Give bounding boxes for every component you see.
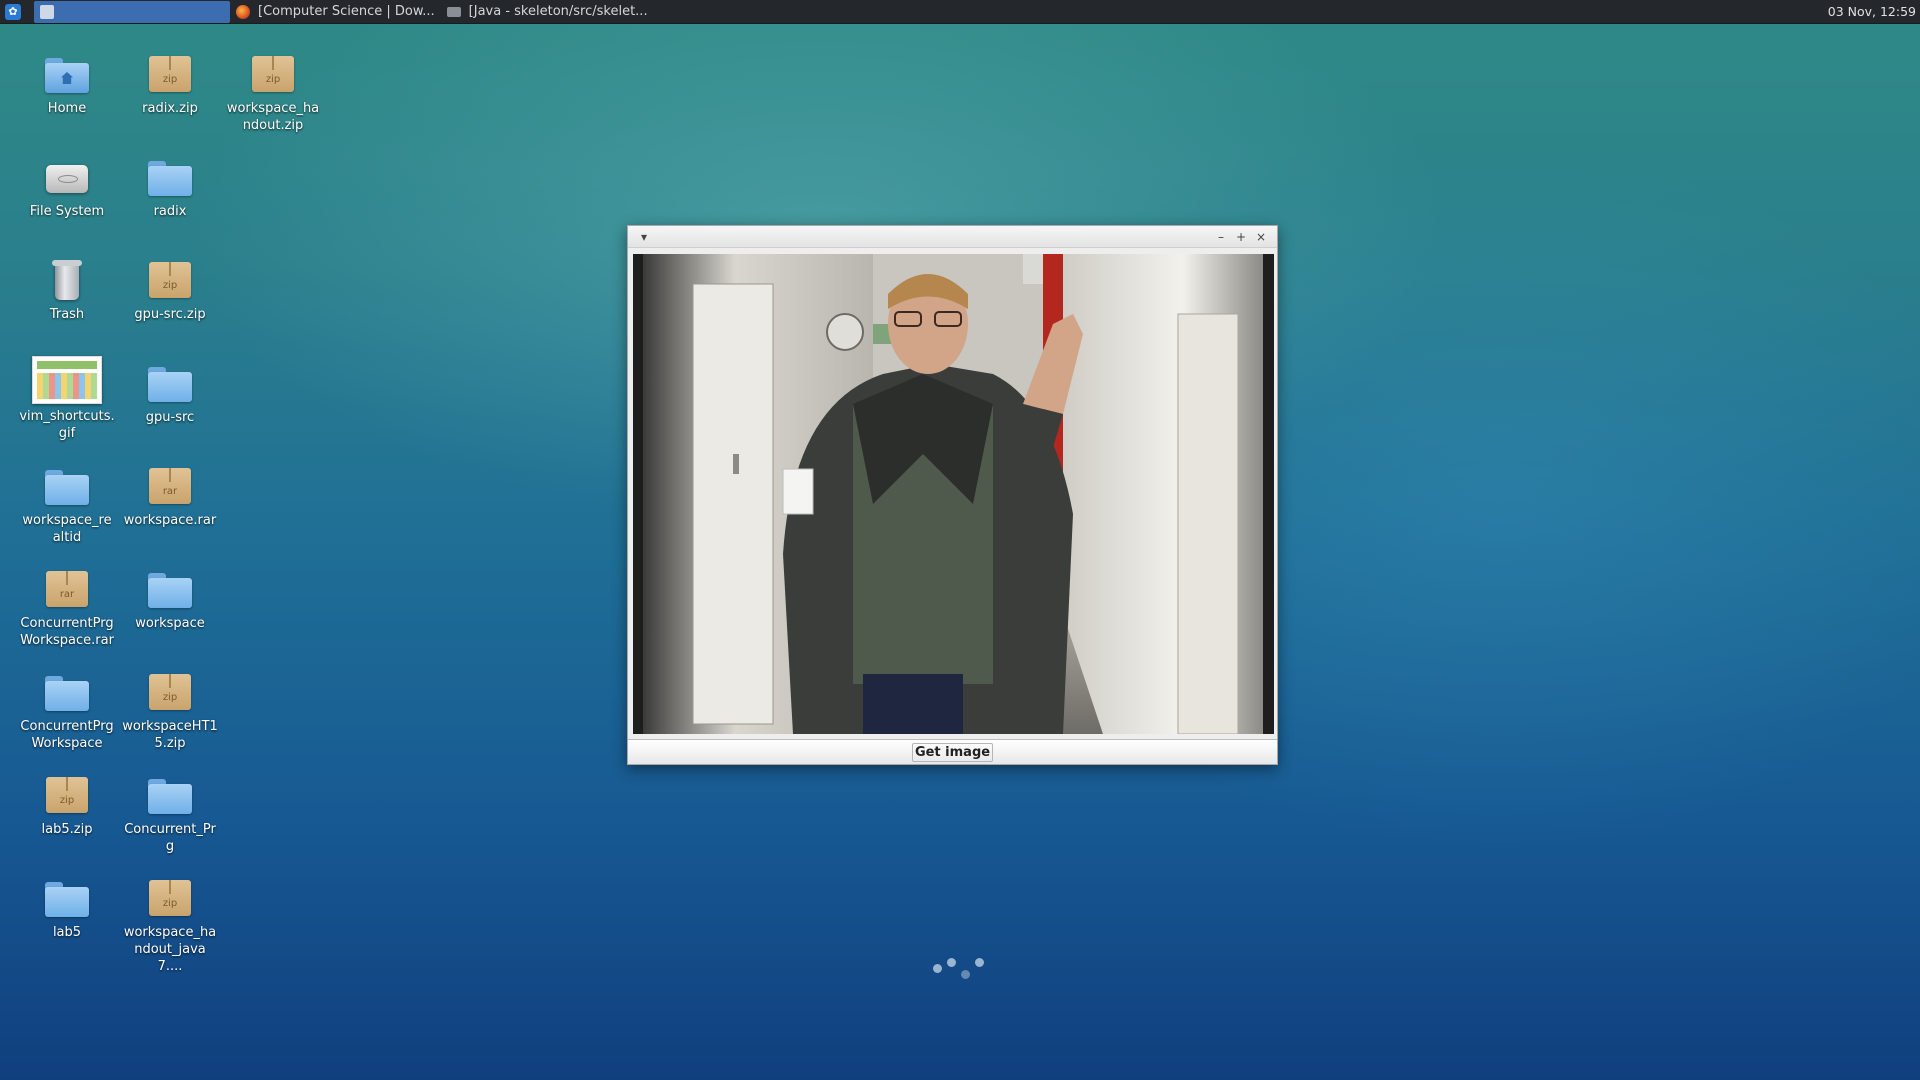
button-bar: Get image xyxy=(628,739,1277,764)
taskbar-item-java-app[interactable] xyxy=(34,0,230,23)
camera-viewer-window: ▾ – + × Get image xyxy=(627,225,1278,765)
image-file-icon xyxy=(32,356,102,404)
desktop-icon-label: gpu-src.zip xyxy=(134,307,206,322)
desktop-icon-lab5-zip[interactable]: zip lab5.zip xyxy=(19,773,115,838)
maximize-button[interactable]: + xyxy=(1231,226,1251,248)
zip-archive-icon: zip xyxy=(43,773,91,817)
desktop-icon-workspace-realtid[interactable]: workspace_realtid xyxy=(19,464,115,546)
desktop-icon-file-system[interactable]: File System xyxy=(19,155,115,220)
desktop-icon-label: ConcurrentPrgWorkspace.rar xyxy=(20,616,114,648)
desktop-icon-label: workspace_handout_java7.... xyxy=(123,925,217,974)
taskbar-item-label: [Java - skeleton/src/skelet... xyxy=(468,4,648,19)
desktop-icon-gpu-src-zip[interactable]: zip gpu-src.zip xyxy=(122,258,218,323)
top-panel: ✿ [Computer Science | Dow... [Java - ske… xyxy=(0,0,1920,24)
desktop-icon-vim-shortcuts-gif[interactable]: vim_shortcuts.gif xyxy=(19,356,115,442)
zip-archive-icon: zip xyxy=(146,258,194,302)
zip-archive-icon: zip xyxy=(249,52,297,96)
desktop-icon-gpu-src[interactable]: gpu-src xyxy=(122,361,218,426)
desktop-icon-trash[interactable]: Trash xyxy=(19,258,115,323)
firefox-icon xyxy=(236,4,250,19)
desktop-icon-concurrentprg-workspace[interactable]: ConcurrentPrgWorkspace xyxy=(19,670,115,752)
desktop-icon-label: Home xyxy=(47,101,87,116)
desktop-icon-workspaceht15-zip[interactable]: zip workspaceHT15.zip xyxy=(122,670,218,752)
eclipse-icon xyxy=(446,6,461,17)
desktop-icon-label: Trash xyxy=(49,307,85,322)
desktop-icon-label: radix.zip xyxy=(142,101,198,116)
desktop-icon-label: File System xyxy=(29,204,105,219)
camera-image xyxy=(633,254,1274,734)
camera-image-picture xyxy=(633,254,1274,734)
desktop-icon-radix-zip[interactable]: zip radix.zip xyxy=(122,52,218,117)
desktop-icon-workspace-rar[interactable]: rar workspace.rar xyxy=(122,464,218,529)
trash-icon xyxy=(43,258,91,302)
folder-icon xyxy=(146,155,194,199)
desktop-icon-home[interactable]: Home xyxy=(19,52,115,117)
desktop-icon-label: gpu-src xyxy=(145,410,195,425)
desktop-icon-label: workspace.rar xyxy=(123,513,217,528)
taskbar-item-browser[interactable]: [Computer Science | Dow... xyxy=(230,1,441,23)
minimize-button[interactable]: – xyxy=(1211,226,1231,248)
window-menu-icon[interactable]: ▾ xyxy=(634,226,654,248)
zip-archive-icon: zip xyxy=(146,670,194,714)
desktop-icon-workspace-handout-java7[interactable]: zip workspace_handout_java7.... xyxy=(122,876,218,975)
desktop-icon-lab5[interactable]: lab5 xyxy=(19,876,115,941)
folder-icon xyxy=(146,773,194,817)
xfce-logo-icon: ✿ xyxy=(5,3,21,20)
desktop-icon-label: radix xyxy=(153,204,187,219)
desktop-icon-concurrentprg-workspace-rar[interactable]: rar ConcurrentPrgWorkspace.rar xyxy=(19,567,115,649)
folder-icon xyxy=(146,361,194,405)
panel-clock[interactable]: 03 Nov, 12:59 xyxy=(1828,0,1916,24)
desktop-icon-label: vim_shortcuts.gif xyxy=(19,409,115,441)
taskbar-item-eclipse[interactable]: [Java - skeleton/src/skelet... xyxy=(441,1,654,23)
rar-archive-icon: rar xyxy=(43,567,91,611)
desktop-icon-workspace[interactable]: workspace xyxy=(122,567,218,632)
rar-archive-icon: rar xyxy=(146,464,194,508)
zip-archive-icon: zip xyxy=(146,876,194,920)
desktop-icon-label: ConcurrentPrgWorkspace xyxy=(20,719,114,751)
desktop-icon-label: workspace_realtid xyxy=(22,513,112,545)
desktop-icon-label: workspace_handout.zip xyxy=(226,101,320,133)
desktop-icon-label: lab5 xyxy=(52,925,82,940)
loading-spinner-icon xyxy=(930,952,990,982)
applications-menu-button[interactable]: ✿ xyxy=(0,0,26,24)
folder-icon xyxy=(43,670,91,714)
window-titlebar[interactable]: ▾ – + × xyxy=(628,226,1277,248)
desktop-icon-label: lab5.zip xyxy=(41,822,93,837)
folder-icon xyxy=(146,567,194,611)
desktop-icon-workspace-handout-zip[interactable]: zip workspace_handout.zip xyxy=(225,52,321,134)
zip-archive-icon: zip xyxy=(146,52,194,96)
java-app-icon xyxy=(40,4,54,19)
folder-icon xyxy=(43,876,91,920)
desktop-icon-concurrent-prg[interactable]: Concurrent_Prg xyxy=(122,773,218,855)
close-button[interactable]: × xyxy=(1251,226,1271,248)
home-folder-icon xyxy=(43,52,91,96)
desktop-icon-label: workspaceHT15.zip xyxy=(122,719,218,751)
drive-icon xyxy=(43,155,91,199)
desktop-icon-label: workspace xyxy=(135,616,205,631)
folder-icon xyxy=(43,464,91,508)
get-image-button[interactable]: Get image xyxy=(911,742,994,762)
desktop-icon-radix[interactable]: radix xyxy=(122,155,218,220)
desktop-icon-label: Concurrent_Prg xyxy=(124,822,216,854)
taskbar-item-label: [Computer Science | Dow... xyxy=(258,4,435,19)
